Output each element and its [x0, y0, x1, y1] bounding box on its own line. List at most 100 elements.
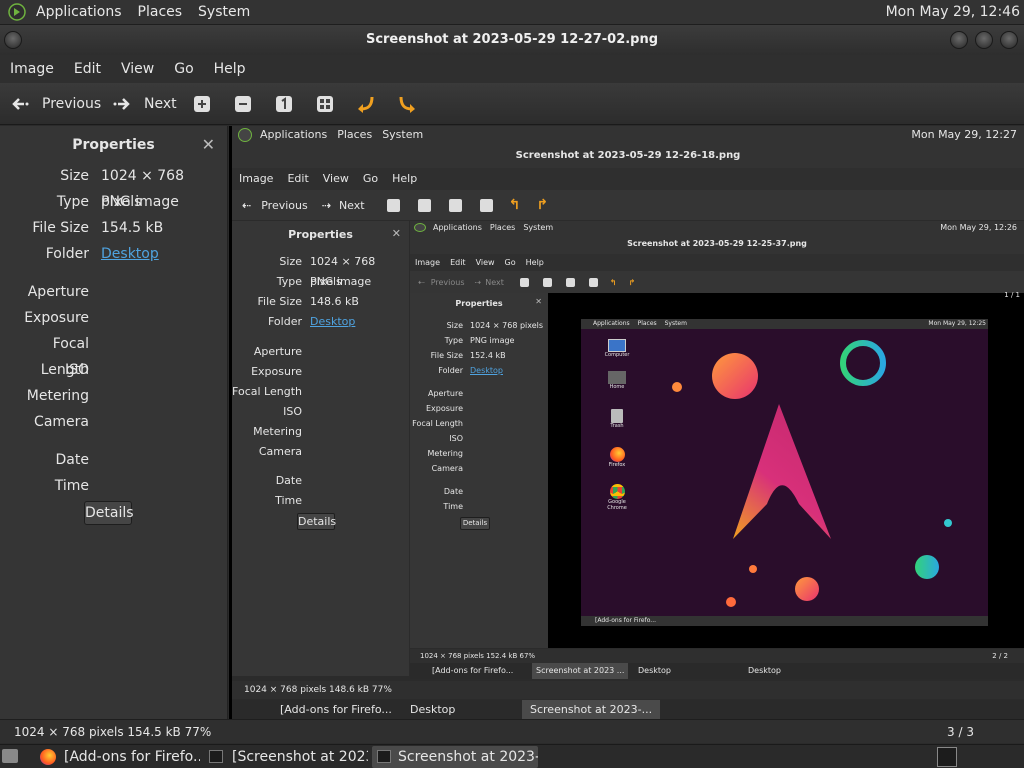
nested2-time-label: Time: [443, 502, 463, 511]
nested1-menu-applications: Applications: [260, 128, 328, 141]
rotate-left-button[interactable]: [356, 83, 376, 125]
previous-label: Previous: [42, 96, 102, 112]
image-count: 3 / 3: [947, 725, 974, 739]
nested1-date-label: Date: [275, 474, 302, 487]
nested2-folder-link: Desktop: [470, 366, 503, 375]
nested1-folder-label: Folder: [268, 315, 302, 328]
close-window-button[interactable]: [1000, 31, 1018, 49]
nested2-prop-folder: Folder Desktop: [410, 363, 548, 378]
rotate-right-button[interactable]: [397, 83, 417, 125]
nested1-clock: Mon May 29, 12:27: [911, 128, 1017, 141]
nested1-type-label: Type: [276, 275, 302, 288]
menu-system[interactable]: System: [190, 0, 258, 24]
prop-metering-label: Metering: [26, 388, 89, 404]
menu-help[interactable]: Help: [204, 55, 256, 83]
menu-edit[interactable]: Edit: [64, 55, 111, 83]
desktop-icon-firefox: Firefox: [601, 447, 633, 468]
nested1-type-value: PNG image: [310, 275, 372, 288]
computer-icon: [608, 339, 626, 352]
nested2-camera-label: Camera: [431, 464, 463, 473]
nested1-image-view: Applications Places System Mon May 29, 1…: [410, 221, 1024, 679]
prop-time: Time: [0, 473, 228, 499]
prop-focal-length: Focal Length: [0, 331, 228, 378]
minimize-button[interactable]: [950, 31, 968, 49]
nested1-menubar: Image Edit View Go Help: [232, 168, 1024, 190]
prop-aperture: Aperture: [0, 279, 228, 305]
nested2-task-desktop-1: Desktop: [638, 666, 671, 675]
nested1-best-fit-icon: [479, 198, 493, 212]
zoom-in-button[interactable]: [192, 83, 212, 125]
nested2-status-text: 1024 × 768 pixels 152.4 kB 67%: [420, 652, 536, 660]
nested1-close-icon: ✕: [391, 227, 401, 240]
nested1-status-text: 1024 × 768 pixels 148.6 kB 77%: [244, 685, 392, 695]
menubar: Image Edit View Go Help: [0, 55, 1024, 83]
menu-applications[interactable]: Applications: [28, 0, 130, 24]
nested2-iso-label: ISO: [449, 434, 463, 443]
image-view[interactable]: Applications Places System Mon May 29, 1…: [229, 126, 1024, 719]
nested2-task-screenshot: Screenshot at 2023 ...: [532, 663, 629, 679]
nested1-menu-image: Image: [239, 172, 274, 185]
nested1-filesize-label: File Size: [257, 295, 302, 308]
prop-time-label: Time: [54, 478, 89, 494]
maximize-button[interactable]: [975, 31, 993, 49]
task-screenshot-1[interactable]: [Screenshot at 2023-...: [206, 746, 368, 768]
home-folder-icon: [608, 371, 626, 384]
prop-filesize-value: 154.5 kB: [101, 220, 164, 236]
nested2-count-top: 1 / 1: [1004, 291, 1020, 299]
bottom-taskbar: [Add-ons for Firefo... [Screenshot at 20…: [0, 744, 1024, 768]
zoom-out-button[interactable]: [233, 83, 253, 125]
workspace-switcher[interactable]: [937, 747, 957, 767]
menu-view[interactable]: View: [111, 55, 164, 83]
previous-button[interactable]: Previous: [10, 83, 101, 125]
prop-folder-label: Folder: [45, 246, 89, 262]
normal-size-button[interactable]: [274, 83, 294, 125]
prop-type-label: Type: [56, 194, 89, 210]
statusbar: 1024 × 768 pixels 154.5 kB 77% 3 / 3: [0, 719, 1024, 743]
next-label: Next: [144, 96, 177, 112]
task-firefox[interactable]: [Add-ons for Firefo...: [38, 746, 200, 768]
panel-clock[interactable]: Mon May 29, 12:46: [886, 0, 1020, 24]
nested1-top-panel: Applications Places System Mon May 29, 1…: [232, 126, 1024, 144]
best-fit-button[interactable]: [315, 83, 335, 125]
nested1-focal-label: Focal Length: [232, 385, 302, 398]
prop-date: Date: [0, 447, 228, 473]
task-screenshot-2[interactable]: Screenshot at 2023-...: [372, 746, 538, 768]
show-desktop-icon[interactable]: [2, 749, 18, 763]
nested1-task-firefox: [Add-ons for Firefo...: [280, 703, 392, 716]
nested1-rotate-right-icon: ↱: [536, 197, 549, 213]
toolbar: Previous Next: [0, 83, 1024, 125]
folder-link[interactable]: Desktop: [101, 241, 159, 267]
nested1-menu-edit: Edit: [287, 172, 309, 185]
menu-places[interactable]: Places: [130, 0, 191, 24]
prop-aperture-label: Aperture: [27, 284, 89, 300]
details-button[interactable]: Details: [84, 501, 134, 525]
task-firefox-label: [Add-ons for Firefo...: [64, 749, 200, 765]
nested1-size-label: Size: [279, 255, 302, 268]
nested1-properties-title: Properties: [288, 228, 353, 241]
nested2-prop-date: Date: [410, 484, 548, 499]
task-screenshot-2-label: Screenshot at 2023-...: [398, 749, 538, 765]
mate-logo-icon[interactable]: [8, 3, 26, 21]
nested2-taskbar: [Add-ons for Firefo... Screenshot at 202…: [410, 663, 1024, 679]
top-panel: Applications Places System Mon May 29, 1…: [0, 0, 1024, 25]
image-viewer-icon: [209, 750, 223, 763]
properties-title: Properties: [72, 137, 155, 153]
status-info: 1024 × 768 pixels 154.5 kB 77%: [14, 725, 212, 739]
window-titlebar[interactable]: Screenshot at 2023-05-29 12-27-02.png: [0, 25, 1024, 55]
properties-sidebar: Properties ✕ Size 1024 × 768 pixels Type…: [0, 126, 228, 719]
next-button[interactable]: Next: [112, 83, 177, 125]
menu-image[interactable]: Image: [0, 55, 64, 83]
nested1-menu-places: Places: [337, 128, 373, 141]
menu-go[interactable]: Go: [164, 55, 203, 83]
desktop-icon-chrome-label: Google Chrome: [607, 499, 627, 511]
nested1-menu-help: Help: [392, 172, 418, 185]
chrome-icon: [609, 484, 625, 499]
nested2-properties-title: Properties: [455, 299, 503, 308]
nested1-next-label: Next: [338, 198, 365, 212]
nested1-details-button: Details: [297, 513, 337, 530]
nested2-folder-label: Folder: [438, 366, 463, 375]
close-sidebar-icon[interactable]: ✕: [202, 126, 215, 164]
nested2-date-label: Date: [443, 487, 463, 496]
nested2-toolbar: ⇠ Previous ⇢ Next ↰ ↱: [410, 271, 1024, 293]
nested1-aperture-label: Aperture: [253, 345, 302, 358]
